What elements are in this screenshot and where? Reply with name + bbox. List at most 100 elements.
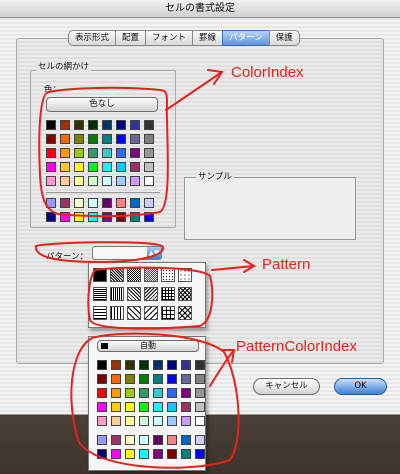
color-swatch[interactable]: [74, 198, 84, 208]
color-swatch[interactable]: [88, 120, 98, 130]
pattern-color-swatch[interactable]: [181, 374, 191, 384]
color-swatch[interactable]: [74, 120, 84, 130]
pattern-cross-hatch[interactable]: [161, 287, 175, 301]
pattern-thin-diag-up[interactable]: [144, 306, 158, 320]
pattern-color-swatch[interactable]: [153, 360, 163, 370]
color-swatch[interactable]: [88, 134, 98, 144]
color-swatch[interactable]: [116, 134, 126, 144]
color-swatch[interactable]: [74, 212, 84, 222]
tab-patterns[interactable]: パターン: [222, 30, 269, 46]
pattern-diag-down[interactable]: [127, 287, 141, 301]
pattern-color-swatch[interactable]: [181, 360, 191, 370]
pattern-color-swatch[interactable]: [97, 449, 107, 459]
pattern-color-swatch[interactable]: [125, 360, 135, 370]
pattern-color-swatch[interactable]: [97, 360, 107, 370]
color-swatch[interactable]: [144, 212, 154, 222]
color-swatch[interactable]: [88, 176, 98, 186]
pattern-color-swatch[interactable]: [153, 416, 163, 426]
pattern-color-swatch[interactable]: [125, 449, 135, 459]
color-swatch[interactable]: [74, 162, 84, 172]
pattern-light-gray[interactable]: [144, 268, 158, 282]
color-swatch[interactable]: [102, 120, 112, 130]
pattern-color-swatch[interactable]: [153, 449, 163, 459]
pattern-color-swatch[interactable]: [139, 388, 149, 398]
color-swatch[interactable]: [46, 162, 56, 172]
pattern-thin-grid[interactable]: [161, 306, 175, 320]
color-swatch[interactable]: [116, 212, 126, 222]
color-swatch[interactable]: [46, 134, 56, 144]
pattern-color-swatch[interactable]: [195, 402, 205, 412]
color-swatch[interactable]: [144, 198, 154, 208]
color-swatch[interactable]: [144, 134, 154, 144]
pattern-color-swatch[interactable]: [97, 374, 107, 384]
color-swatch[interactable]: [102, 162, 112, 172]
auto-color-button[interactable]: 自動: [97, 340, 199, 352]
pattern-solid-black[interactable]: [93, 268, 107, 282]
pattern-color-swatch[interactable]: [139, 360, 149, 370]
pattern-color-swatch[interactable]: [97, 435, 107, 445]
pattern-color-swatch[interactable]: [153, 435, 163, 445]
color-swatch[interactable]: [74, 134, 84, 144]
pattern-color-swatch[interactable]: [167, 449, 177, 459]
tab-border[interactable]: 罫線: [192, 30, 223, 46]
color-swatch[interactable]: [88, 148, 98, 158]
ok-button[interactable]: OK: [334, 378, 387, 395]
pattern-dark-dots[interactable]: [110, 268, 124, 282]
pattern-color-swatch[interactable]: [195, 435, 205, 445]
pattern-color-swatch[interactable]: [181, 388, 191, 398]
pattern-thin-horiz[interactable]: [93, 306, 107, 320]
pattern-color-swatch[interactable]: [125, 374, 135, 384]
color-swatch[interactable]: [60, 148, 70, 158]
pattern-color-swatch[interactable]: [125, 435, 135, 445]
color-swatch[interactable]: [102, 134, 112, 144]
pattern-color-swatch[interactable]: [111, 360, 121, 370]
pattern-thin-diag-grid[interactable]: [178, 306, 192, 320]
pattern-medium-gray[interactable]: [127, 268, 141, 282]
color-swatch[interactable]: [46, 198, 56, 208]
color-swatch[interactable]: [116, 198, 126, 208]
pattern-color-swatch[interactable]: [111, 374, 121, 384]
color-swatch[interactable]: [60, 134, 70, 144]
pattern-color-swatch[interactable]: [195, 449, 205, 459]
pattern-color-swatch[interactable]: [153, 374, 163, 384]
color-swatch[interactable]: [60, 120, 70, 130]
pattern-color-swatch[interactable]: [167, 374, 177, 384]
color-swatch[interactable]: [74, 176, 84, 186]
pattern-color-swatch[interactable]: [139, 402, 149, 412]
color-swatch[interactable]: [60, 162, 70, 172]
color-swatch[interactable]: [130, 162, 140, 172]
pattern-thin-vert[interactable]: [110, 306, 124, 320]
pattern-color-swatch[interactable]: [111, 388, 121, 398]
pattern-color-swatch[interactable]: [167, 435, 177, 445]
color-swatch[interactable]: [88, 162, 98, 172]
color-swatch[interactable]: [116, 162, 126, 172]
pattern-sparse-dots[interactable]: [161, 268, 175, 282]
color-swatch[interactable]: [144, 120, 154, 130]
pattern-dropdown[interactable]: ▲▼: [92, 246, 162, 260]
color-swatch[interactable]: [116, 176, 126, 186]
pattern-color-swatch[interactable]: [139, 416, 149, 426]
pattern-color-swatch[interactable]: [139, 449, 149, 459]
color-swatch[interactable]: [130, 148, 140, 158]
pattern-color-swatch[interactable]: [111, 449, 121, 459]
tab-alignment[interactable]: 配置: [115, 30, 146, 46]
color-swatch[interactable]: [74, 148, 84, 158]
pattern-color-swatch[interactable]: [139, 374, 149, 384]
color-swatch[interactable]: [102, 198, 112, 208]
pattern-color-swatch[interactable]: [111, 435, 121, 445]
color-swatch[interactable]: [46, 120, 56, 130]
pattern-color-swatch[interactable]: [153, 402, 163, 412]
pattern-color-swatch[interactable]: [97, 416, 107, 426]
pattern-color-swatch[interactable]: [97, 388, 107, 398]
pattern-color-swatch[interactable]: [125, 388, 135, 398]
color-swatch[interactable]: [116, 148, 126, 158]
color-swatch[interactable]: [102, 148, 112, 158]
tab-protection[interactable]: 保護: [268, 30, 300, 46]
pattern-color-swatch[interactable]: [181, 435, 191, 445]
pattern-diag-cross[interactable]: [178, 287, 192, 301]
pattern-color-swatch[interactable]: [167, 402, 177, 412]
pattern-color-swatch[interactable]: [195, 416, 205, 426]
pattern-diag-up[interactable]: [144, 287, 158, 301]
color-swatch[interactable]: [60, 198, 70, 208]
pattern-color-swatch[interactable]: [195, 374, 205, 384]
